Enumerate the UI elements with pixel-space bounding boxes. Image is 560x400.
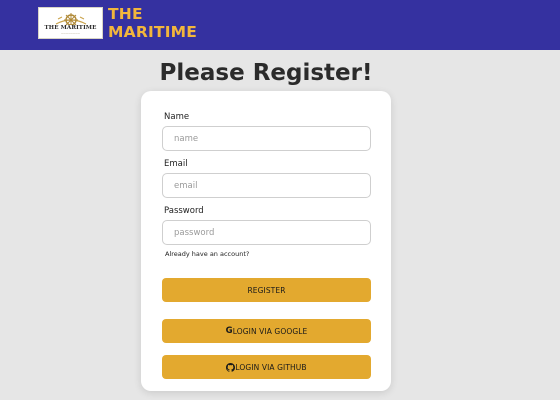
logo-text: THE MARITIME [44,25,97,31]
github-icon [226,362,236,372]
google-login-label: LOGIN VIA GOOGLE [232,326,308,336]
login-link[interactable]: Already have an account? [165,250,249,258]
name-input[interactable] [162,126,371,151]
ship-wheel-icon [55,13,86,25]
register-button[interactable]: REGISTER [162,278,371,302]
brand-name-line2: MARITIME [108,23,198,41]
brand-name[interactable]: THE MARITIME [108,5,197,41]
navbar: THE MARITIME ———————— THE MARITIME [0,0,560,50]
page-title: Please Register! [159,60,373,86]
password-label: Password [164,206,204,216]
brand-logo[interactable]: THE MARITIME ———————— [38,7,103,39]
register-button-label: REGISTER [247,285,286,295]
github-login-button[interactable]: LOGIN VIA GITHUB [162,355,371,379]
email-label: Email [164,159,188,169]
logo-tagline-decoration: ———————— [60,31,81,35]
brand-name-line1: THE [108,5,143,23]
email-input[interactable] [162,173,371,198]
register-card: Name Email Password Already have an acco… [141,91,391,391]
google-icon: G [225,325,233,336]
password-input[interactable] [162,220,371,245]
google-login-button[interactable]: G LOGIN VIA GOOGLE [162,319,371,343]
name-label: Name [164,112,190,122]
github-login-label: LOGIN VIA GITHUB [235,362,307,372]
